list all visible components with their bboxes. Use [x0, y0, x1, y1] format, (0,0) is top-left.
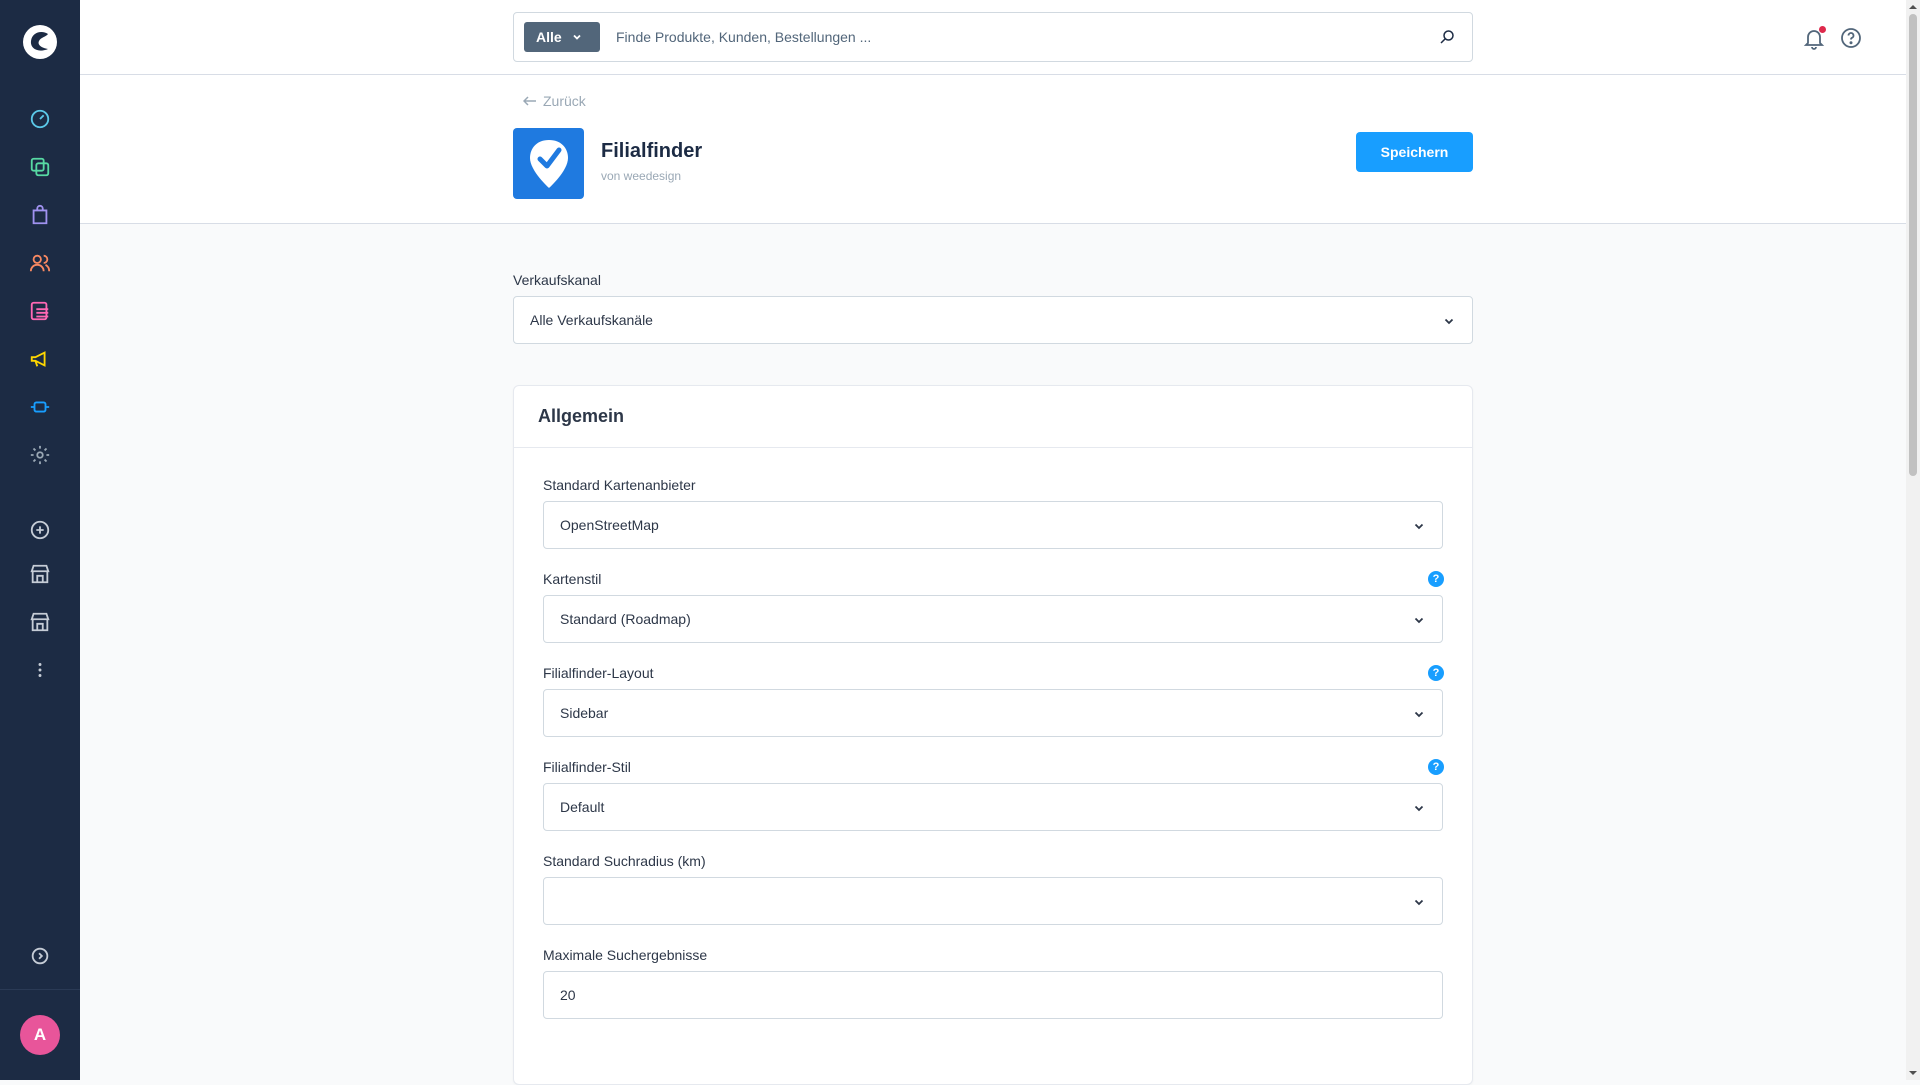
back-link[interactable]: Zurück — [523, 93, 586, 109]
arrow-left-icon — [523, 96, 536, 106]
sidebar-item-content[interactable] — [24, 295, 56, 327]
sidebar-item-orders[interactable] — [24, 199, 56, 231]
sidebar-item-marketing[interactable] — [24, 343, 56, 375]
dashboard-icon — [30, 109, 50, 129]
map-provider-select[interactable]: OpenStreetMap — [543, 501, 1443, 549]
map-style-select[interactable]: Standard (Roadmap) — [543, 595, 1443, 643]
search-radius-select[interactable] — [543, 877, 1443, 925]
chevron-down-icon — [1414, 711, 1424, 718]
layout-value: Sidebar — [560, 705, 609, 721]
sidebar-item-more[interactable] — [24, 654, 56, 686]
card-divider — [514, 447, 1472, 448]
top-bar: Alle — [80, 0, 1906, 75]
user-avatar[interactable]: A — [20, 1015, 60, 1055]
map-style-help-icon[interactable]: ? — [1428, 571, 1444, 587]
layout-help-icon[interactable]: ? — [1428, 665, 1444, 681]
chevron-down-icon — [1414, 899, 1424, 906]
save-button[interactable]: Speichern — [1356, 132, 1473, 172]
settings-icon — [30, 445, 50, 465]
search-icon[interactable] — [1438, 28, 1456, 46]
shopware-logo-icon[interactable] — [20, 22, 60, 62]
sidebar-item-storefront[interactable] — [24, 558, 56, 590]
scroll-down-icon[interactable] — [1908, 1068, 1918, 1078]
search-scope-dropdown[interactable]: Alle — [524, 22, 600, 52]
chevron-down-icon — [1444, 318, 1454, 325]
more-icon — [38, 663, 42, 677]
sales-channel-label: Verkaufskanal — [513, 272, 601, 288]
map-style-value: Standard (Roadmap) — [560, 611, 691, 627]
sidebar-divider — [0, 989, 80, 990]
map-pin-check-icon — [529, 139, 568, 188]
style-label: Filialfinder-Stil — [543, 759, 631, 775]
map-provider-label: Standard Kartenanbieter — [543, 477, 696, 493]
sidebar-collapse-button[interactable] — [24, 940, 56, 972]
page-title: Filialfinder — [601, 140, 703, 162]
max-results-input[interactable] — [543, 971, 1443, 1019]
scrollbar-thumb[interactable] — [1909, 14, 1917, 476]
scroll-up-icon[interactable] — [1908, 2, 1918, 12]
global-search: Alle — [513, 12, 1473, 62]
notifications-button[interactable] — [1802, 26, 1826, 50]
sidebar-item-settings[interactable] — [24, 439, 56, 471]
app-icon — [513, 128, 584, 199]
catalog-icon — [30, 157, 50, 177]
admin-sidebar: A — [0, 0, 80, 1080]
search-radius-label: Standard Suchradius (km) — [543, 853, 706, 869]
marketing-icon — [30, 351, 46, 367]
general-settings-card: Allgemein Standard Kartenanbieter OpenSt… — [513, 385, 1473, 1085]
content-icon — [30, 301, 49, 321]
sidebar-item-extensions[interactable] — [24, 391, 56, 423]
layout-label: Filialfinder-Layout — [543, 665, 654, 681]
card-title: Allgemein — [538, 406, 625, 426]
help-circle-icon — [1841, 28, 1861, 48]
chevron-down-icon — [1414, 523, 1424, 530]
map-style-label: Kartenstil — [543, 571, 602, 587]
add-sales-channel-icon — [30, 520, 50, 540]
notification-badge — [1819, 26, 1826, 33]
app-vendor: von weedesign — [601, 169, 682, 183]
back-link-label: Zurück — [543, 93, 586, 109]
chevron-down-icon — [1414, 617, 1424, 624]
help-button[interactable] — [1839, 26, 1863, 50]
chevron-down-icon — [573, 34, 581, 40]
sales-channel-value: Alle Verkaufskanäle — [530, 312, 653, 328]
search-scope-label: Alle — [536, 29, 562, 45]
style-help-icon[interactable]: ? — [1428, 759, 1444, 775]
map-provider-value: OpenStreetMap — [560, 517, 659, 533]
max-results-label: Maximale Suchergebnisse — [543, 947, 708, 963]
sidebar-item-customers[interactable] — [24, 247, 56, 279]
search-input[interactable] — [614, 22, 1414, 52]
style-select[interactable]: Default — [543, 783, 1443, 831]
sidebar-item-add-sales-channel[interactable] — [24, 514, 56, 546]
storefront-icon — [30, 612, 50, 632]
chevron-down-icon — [1414, 805, 1424, 812]
sidebar-item-dashboard[interactable] — [24, 103, 56, 135]
page-header: Zurück Filialfinder von weedesign Speich… — [80, 75, 1906, 224]
orders-icon — [32, 204, 48, 225]
storefront-icon — [30, 564, 50, 584]
style-value: Default — [560, 799, 605, 815]
layout-select[interactable]: Sidebar — [543, 689, 1443, 737]
collapse-icon — [31, 947, 49, 965]
sidebar-item-storefront-2[interactable] — [24, 606, 56, 638]
extensions-icon — [30, 401, 50, 413]
sidebar-item-catalog[interactable] — [24, 151, 56, 183]
customers-icon — [29, 254, 51, 272]
sales-channel-select[interactable]: Alle Verkaufskanäle — [513, 296, 1473, 344]
